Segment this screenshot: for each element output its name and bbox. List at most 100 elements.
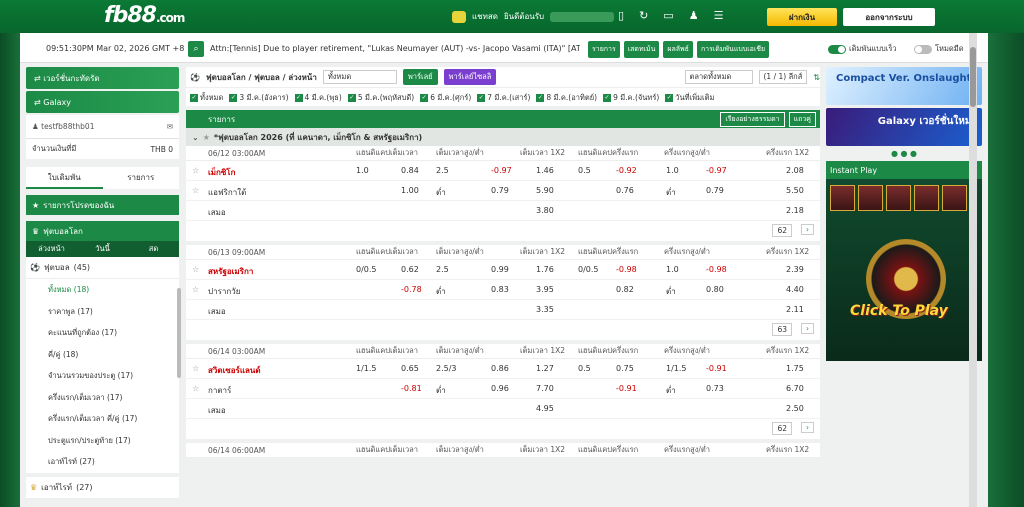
odds-cell[interactable]: 2.08: [786, 166, 804, 175]
date-checkbox[interactable]: ✓ 9 มี.ค.(จันทร์): [603, 92, 659, 104]
tab-live[interactable]: สด: [128, 241, 179, 257]
league-item[interactable]: ทั้งหมด (18): [26, 279, 179, 301]
game-thumb[interactable]: [886, 185, 911, 211]
star-icon[interactable]: ☆: [192, 384, 199, 393]
instant-play-banner[interactable]: Click To Play: [826, 179, 982, 361]
mail-icon[interactable]: ✉: [167, 122, 173, 131]
odds-cell[interactable]: 0.84: [401, 166, 419, 175]
odds-cell[interactable]: -0.91: [706, 364, 727, 373]
chevron-right-icon[interactable]: ›: [801, 224, 814, 235]
odds-cell[interactable]: 0.79: [491, 186, 509, 195]
logout-button[interactable]: ออกจากระบบ: [843, 8, 935, 26]
fb88-logo[interactable]: fb88.com: [104, 3, 185, 28]
league-item[interactable]: คะแนนที่ถูกต้อง (17): [26, 322, 179, 344]
odds-cell[interactable]: -0.98: [706, 265, 727, 274]
tab-list[interactable]: รายการ: [103, 167, 180, 189]
more-bets-count[interactable]: 63: [772, 323, 792, 336]
announcement-marquee[interactable]: Attn:[Tennis] Due to player retirement, …: [210, 44, 580, 53]
odds-cell[interactable]: 5.50: [786, 186, 804, 195]
odds-cell[interactable]: 6.70: [786, 384, 804, 393]
results-button[interactable]: ผลลัพธ์: [663, 41, 693, 58]
sport-football[interactable]: ⚽ ฟุตบอล (45): [26, 257, 179, 279]
star-icon[interactable]: ☆: [192, 285, 199, 294]
tab-early[interactable]: ล่วงหน้า: [26, 241, 77, 257]
promo-icon[interactable]: ▭: [663, 9, 673, 22]
league-item[interactable]: ครึ่งแรก/เต็มเวลา (17): [26, 386, 179, 408]
odds-cell[interactable]: -0.78: [401, 285, 422, 294]
sort-arrows-icon[interactable]: ⇅: [813, 73, 820, 82]
tab-betslip[interactable]: ใบเดิมพัน: [26, 167, 103, 189]
odds-cell[interactable]: 0.65: [401, 364, 419, 373]
odds-cell[interactable]: 0.86: [491, 364, 509, 373]
user-icon[interactable]: ♟: [689, 9, 699, 22]
compact-promo-banner[interactable]: Compact Ver. Onslaught!: [826, 67, 982, 105]
odds-cell[interactable]: 1.00: [401, 186, 419, 195]
odds-cell[interactable]: -0.97: [491, 166, 512, 175]
parlay-button[interactable]: พาร์เลย์: [402, 69, 438, 85]
odds-cell[interactable]: 0.99: [491, 265, 509, 274]
date-checkbox[interactable]: ✓ 4 มี.ค.(พุธ): [294, 92, 342, 104]
odds-cell[interactable]: 4.95: [536, 404, 554, 413]
league-item[interactable]: ราคาพูล (17): [26, 300, 179, 322]
odds-cell[interactable]: -0.81: [401, 384, 422, 393]
odds-cell[interactable]: 0.96: [491, 384, 509, 393]
odds-cell[interactable]: -0.92: [616, 166, 637, 175]
odds-cell[interactable]: 2.11: [786, 305, 804, 314]
statement-button[interactable]: เสดทเม้น: [623, 41, 660, 58]
odds-cell[interactable]: 0.83: [491, 285, 509, 294]
tab-today[interactable]: วันนี้: [77, 241, 128, 257]
market-select[interactable]: ตลาดทั้งหมด: [684, 70, 753, 84]
more-bets-count[interactable]: 62: [772, 422, 792, 435]
date-checkbox[interactable]: ✓ ทั้งหมด: [190, 92, 223, 104]
galaxy-banner[interactable]: ⇄ Galaxy: [26, 91, 179, 113]
star-icon[interactable]: ☆: [192, 166, 199, 175]
chat-link[interactable]: แชทสด: [472, 10, 498, 23]
odds-cell[interactable]: 0.82: [616, 285, 634, 294]
more-bets-count[interactable]: 62: [772, 224, 792, 237]
odds-cell[interactable]: 3.80: [536, 206, 554, 215]
odds-cell[interactable]: 1.76: [536, 265, 554, 274]
filter-select[interactable]: ทั้งหมด: [322, 70, 397, 84]
odds-cell[interactable]: -0.97: [706, 166, 727, 175]
date-checkbox[interactable]: ✓ 6 มี.ค.(ศุกร์): [420, 92, 471, 104]
odds-cell[interactable]: 2.18: [786, 206, 804, 215]
odds-cell[interactable]: 1.27: [536, 364, 554, 373]
deposit-button[interactable]: ฝากเงิน: [767, 8, 837, 26]
odds-cell[interactable]: 4.40: [786, 285, 804, 294]
league-title[interactable]: ⌄ ★ *ฟุตบอลโลก 2026 (ที่ แคนาดา, เม็กซิโ…: [186, 128, 820, 146]
favorites-section[interactable]: ★ รายการโปรดของฉัน: [26, 195, 179, 215]
odds-cell[interactable]: 1.46: [536, 166, 554, 175]
odds-cell[interactable]: 0.62: [401, 265, 419, 274]
row-mode-select[interactable]: แถวคู่: [788, 112, 816, 127]
league-item[interactable]: คี่/คู่ (18): [26, 343, 179, 365]
league-item[interactable]: ครึ่งแรก/เต็มเวลา คี่/คู่ (17): [26, 408, 179, 430]
date-checkbox[interactable]: ✓ 5 มี.ค.(พฤหัสบดี): [347, 92, 414, 104]
star-icon[interactable]: ☆: [192, 186, 199, 195]
list-button[interactable]: รายการ: [588, 41, 620, 58]
odds-cell[interactable]: 5.90: [536, 186, 554, 195]
search-icon[interactable]: ⌕: [188, 41, 204, 57]
date-checkbox[interactable]: ✓ 7 มี.ค.(เสาร์): [477, 92, 530, 104]
odds-cell[interactable]: 0.75: [616, 364, 634, 373]
galaxy-promo-banner[interactable]: Galaxy เวอร์ชั่นใหม่!: [826, 108, 982, 146]
odds-cell[interactable]: 2.50: [786, 404, 804, 413]
odds-cell[interactable]: 0.80: [706, 285, 724, 294]
league-item[interactable]: จำนวนรวมของประตู (17): [26, 365, 179, 387]
league-item[interactable]: ประตูแรก/ประตูท้าย (17): [26, 429, 179, 451]
chevron-right-icon[interactable]: ›: [801, 323, 814, 334]
menu-icon[interactable]: ☰: [714, 9, 724, 22]
odds-cell[interactable]: -0.98: [616, 265, 637, 274]
sidebar-scrollbar[interactable]: [177, 288, 181, 378]
star-icon[interactable]: ★: [203, 133, 210, 142]
page-scrollbar[interactable]: [969, 33, 977, 507]
date-checkbox[interactable]: ✓ 8 มี.ค.(อาทิตย์): [536, 92, 597, 104]
odds-cell[interactable]: 3.35: [536, 305, 554, 314]
odds-cell[interactable]: 2.39: [786, 265, 804, 274]
game-thumb[interactable]: [830, 185, 855, 211]
odds-cell[interactable]: -0.91: [616, 384, 637, 393]
odds-cell[interactable]: 7.70: [536, 384, 554, 393]
odds-cell[interactable]: 1.75: [786, 364, 804, 373]
chevron-right-icon[interactable]: ›: [801, 422, 814, 433]
star-icon[interactable]: ☆: [192, 265, 199, 274]
odds-cell[interactable]: 3.95: [536, 285, 554, 294]
